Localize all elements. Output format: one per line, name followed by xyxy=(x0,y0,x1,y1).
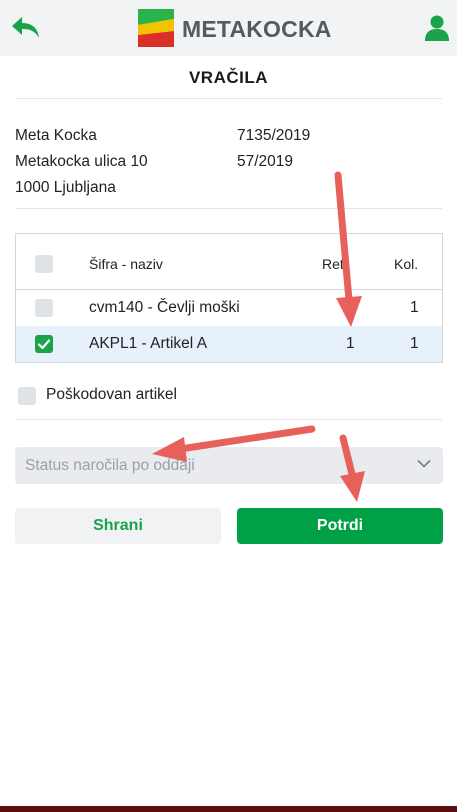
row-checkbox-checked[interactable] xyxy=(35,335,53,353)
select-all-checkbox[interactable] xyxy=(35,255,53,273)
row-checkbox[interactable] xyxy=(35,299,53,317)
save-button[interactable]: Shrani xyxy=(15,508,221,544)
customer-street: Metakocka ulica 10 xyxy=(15,153,148,170)
metakocka-logo: METAKOCKA xyxy=(138,9,331,47)
column-header-quantity: Kol. xyxy=(394,256,419,272)
document-number: 7135/2019 xyxy=(237,127,311,144)
app-header: METAKOCKA xyxy=(0,0,457,56)
document-number-secondary: 57/2019 xyxy=(237,153,294,170)
table-header-row: Šifra - naziv Ret. Kol. xyxy=(16,246,442,282)
page-title: VRAČILA xyxy=(188,68,269,87)
back-arrow-icon[interactable] xyxy=(10,14,42,42)
divider xyxy=(15,98,442,99)
customer-name: Meta Kocka xyxy=(15,127,97,144)
table-row[interactable]: cvm140 - Čevlji moški 1 xyxy=(16,290,442,326)
logo-text: METAKOCKA xyxy=(182,16,332,42)
divider xyxy=(15,419,442,420)
customer-city: 1000 Ljubljana xyxy=(15,179,116,196)
bottom-edge xyxy=(0,806,457,812)
column-header-returned: Ret. xyxy=(322,256,348,272)
column-header-code-name: Šifra - naziv xyxy=(89,256,163,272)
annotation-arrows xyxy=(152,171,365,502)
items-table: Šifra - naziv Ret. Kol. cvm140 - Čevlji … xyxy=(15,233,443,363)
chevron-down-icon xyxy=(417,460,431,468)
divider xyxy=(15,208,442,209)
order-status-placeholder: Status naročila po oddaji xyxy=(25,457,195,474)
order-status-select[interactable]: Status naročila po oddaji xyxy=(15,447,443,484)
logo-mark-icon xyxy=(138,9,174,47)
item-code-name: AKPL1 - Artikel A xyxy=(89,335,208,352)
confirm-button[interactable]: Potrdi xyxy=(237,508,443,544)
item-code-name: cvm140 - Čevlji moški xyxy=(89,299,240,316)
damaged-article-checkbox[interactable] xyxy=(18,387,36,405)
damaged-article-label: Poškodovan artikel xyxy=(46,386,177,403)
checkmark-icon xyxy=(37,339,51,350)
item-quantity: 1 xyxy=(410,335,419,352)
item-returned: 1 xyxy=(346,335,355,352)
user-icon[interactable] xyxy=(424,14,450,42)
item-quantity: 1 xyxy=(410,299,419,316)
table-row-selected[interactable]: AKPL1 - Artikel A 1 1 xyxy=(16,326,442,362)
